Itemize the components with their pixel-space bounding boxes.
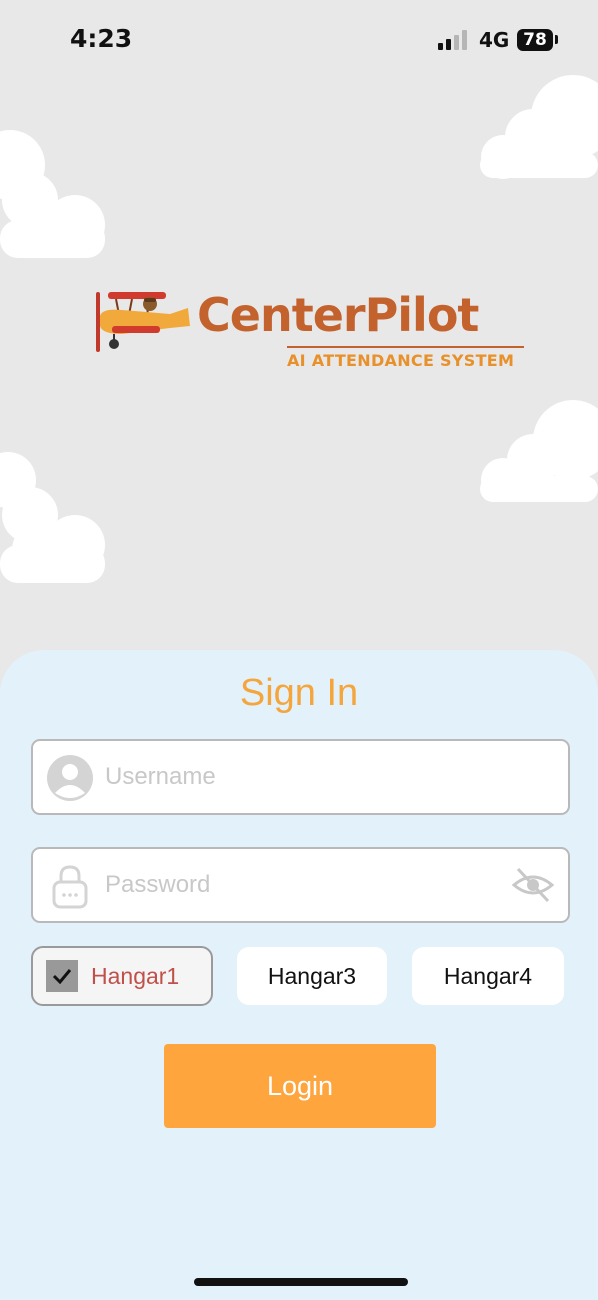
user-icon xyxy=(47,755,93,801)
password-field[interactable] xyxy=(31,847,570,923)
sign-in-panel: Sign In Hangar1 Ha xyxy=(0,650,598,1300)
logo-underline xyxy=(287,346,524,348)
hangar-checkbox[interactable] xyxy=(46,960,78,992)
cloud-decoration xyxy=(480,75,598,179)
home-indicator xyxy=(194,1278,408,1286)
lock-icon xyxy=(52,865,88,909)
signal-icon xyxy=(438,30,467,50)
eye-off-icon[interactable] xyxy=(512,865,554,905)
password-input[interactable] xyxy=(105,849,505,921)
cloud-decoration xyxy=(0,130,105,258)
network-label: 4G xyxy=(479,28,510,52)
login-button[interactable]: Login xyxy=(164,1044,436,1128)
hangar-label: Hangar3 xyxy=(267,962,357,989)
status-time: 4:23 xyxy=(70,24,133,53)
logo-wordmark: CenterPilot xyxy=(197,288,479,342)
battery-indicator: 78 xyxy=(517,29,553,51)
hangar-option-3[interactable]: Hangar3 xyxy=(237,947,387,1005)
hangar-label: Hangar1 xyxy=(91,962,180,989)
airplane-logo xyxy=(96,292,190,352)
hangar-option-1[interactable]: Hangar1 xyxy=(31,946,213,1006)
username-input[interactable] xyxy=(105,741,505,813)
battery-tip xyxy=(555,35,558,44)
status-bar: 4:23 4G 78 xyxy=(0,0,598,80)
hangar-option-4[interactable]: Hangar4 xyxy=(412,947,564,1005)
hangar-label: Hangar4 xyxy=(443,962,533,989)
app-logo: CenterPilot AI ATTENDANCE SYSTEM xyxy=(92,282,532,382)
logo-tagline: AI ATTENDANCE SYSTEM xyxy=(287,351,515,370)
cloud-decoration xyxy=(480,400,598,502)
sign-in-title: Sign In xyxy=(239,672,359,714)
checkmark-icon xyxy=(52,969,72,984)
cloud-decoration xyxy=(0,452,105,583)
username-field[interactable] xyxy=(31,739,570,815)
